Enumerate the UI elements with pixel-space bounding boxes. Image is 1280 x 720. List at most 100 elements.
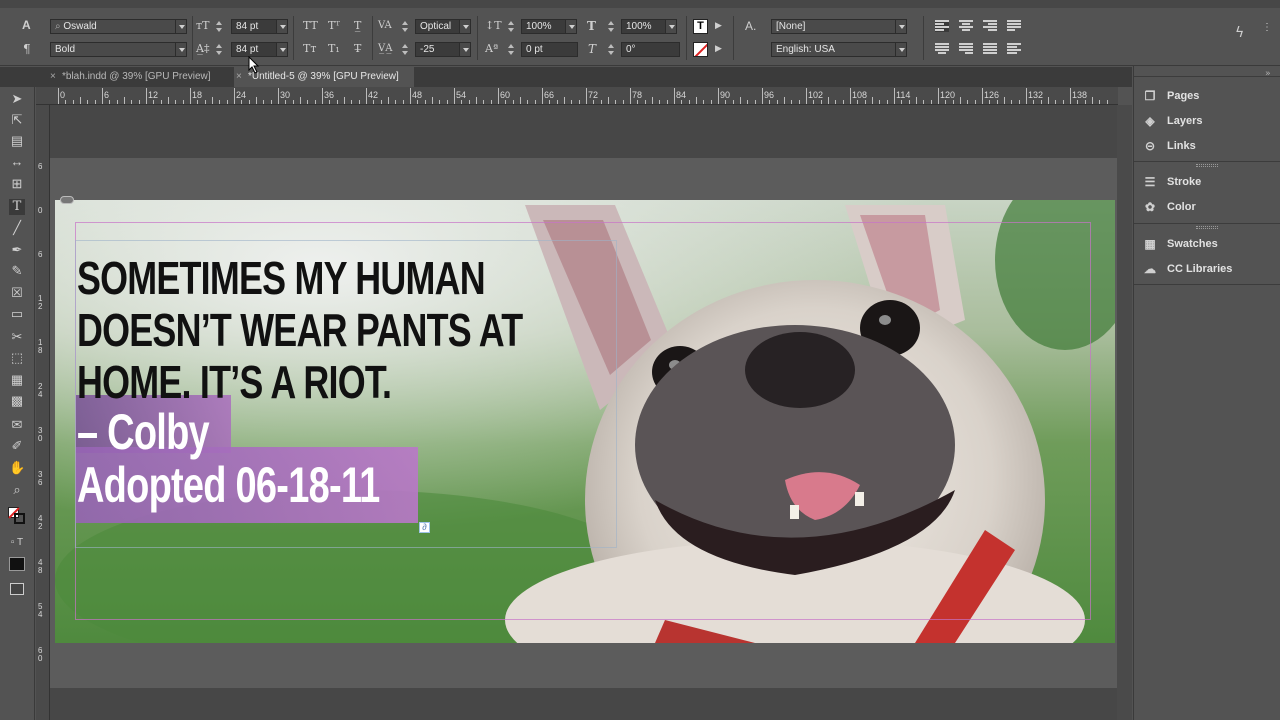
panel-layers[interactable]: ◈ Layers xyxy=(1142,111,1202,131)
collapse-panels-icon[interactable]: » xyxy=(1265,67,1271,81)
align-towards-spine-icon[interactable] xyxy=(1007,43,1021,55)
formatting-container-icon[interactable]: ▫ T xyxy=(9,535,25,551)
fill-menu-icon[interactable]: ▶ xyxy=(715,19,722,33)
document-page[interactable]: SOMETIMES MY HUMAN DOESN’T WEAR PANTS AT… xyxy=(55,200,1115,643)
text-fill-swatch[interactable]: T xyxy=(693,19,708,34)
content-collector-icon[interactable]: ⊞ xyxy=(9,176,25,192)
kerning-stepper[interactable] xyxy=(401,19,410,34)
paragraph-mode-icon[interactable]: ¶ xyxy=(23,42,31,56)
skew-stepper[interactable] xyxy=(607,42,616,57)
note-tool-icon[interactable]: ✉ xyxy=(9,417,25,433)
rectangle-frame-tool-icon[interactable]: ☒ xyxy=(9,285,25,301)
leading-dropdown[interactable] xyxy=(276,42,288,57)
panel-swatches[interactable]: ▦ Swatches xyxy=(1142,234,1217,254)
close-tab-icon[interactable]: × xyxy=(236,67,242,87)
direct-selection-tool-icon[interactable]: ⇱ xyxy=(9,112,25,128)
ruler-tick-label: 6 xyxy=(104,90,110,100)
hand-tool-icon[interactable]: ✋ xyxy=(9,460,25,476)
rectangle-tool-icon[interactable]: ▭ xyxy=(9,306,25,322)
selection-tool-icon[interactable]: ➤ xyxy=(9,91,25,107)
panel-cc-libraries[interactable]: ☁ CC Libraries xyxy=(1142,259,1232,279)
headline-line-1[interactable]: SOMETIMES MY HUMAN xyxy=(77,252,486,304)
kerning-dropdown[interactable] xyxy=(459,19,471,34)
vertical-scale-field[interactable]: 100% xyxy=(521,19,566,34)
justify-left-icon[interactable] xyxy=(1007,20,1021,32)
vertical-scale-stepper[interactable] xyxy=(507,19,516,34)
stroke-menu-icon[interactable]: ▶ xyxy=(715,42,722,56)
preview-mode-icon[interactable] xyxy=(10,583,24,595)
panel-menu-icon[interactable]: ⋮ xyxy=(1262,22,1272,34)
ruler-minor-tick xyxy=(329,100,331,104)
headline-line-2[interactable]: DOESN’T WEAR PANTS AT xyxy=(77,304,523,356)
baseline-shift-stepper[interactable] xyxy=(507,42,516,57)
gradient-swatch-tool-icon[interactable]: ▦ xyxy=(9,372,25,388)
horizontal-scale-dropdown[interactable] xyxy=(665,19,677,34)
panel-stroke[interactable]: ☰ Stroke xyxy=(1142,172,1202,192)
ruler-tick xyxy=(454,88,455,104)
character-style-field[interactable]: [None] xyxy=(771,19,896,34)
panel-grip[interactable] xyxy=(1196,164,1218,167)
pencil-tool-icon[interactable]: ✎ xyxy=(9,263,25,279)
font-size-stepper[interactable] xyxy=(215,19,224,34)
line-tool-icon[interactable]: ╱ xyxy=(9,220,25,236)
panel-color[interactable]: ✿ Color xyxy=(1142,197,1196,217)
baseline-shift-field[interactable]: 0 pt xyxy=(521,42,578,57)
leading-field[interactable]: 84 pt xyxy=(231,42,277,57)
signoff-line-2[interactable]: Adopted 06-18-11 xyxy=(77,458,380,512)
text-frame-out-port[interactable]: ∂ xyxy=(419,522,430,533)
horizontal-scale-stepper[interactable] xyxy=(607,19,616,34)
font-size-field[interactable]: 84 pt xyxy=(231,19,277,34)
strikethrough-icon[interactable]: T̶ xyxy=(354,42,361,56)
leading-stepper[interactable] xyxy=(215,42,224,57)
font-style-field[interactable]: Bold xyxy=(50,42,176,57)
subscript-icon[interactable]: T₁ xyxy=(328,42,340,56)
zoom-tool-icon[interactable]: ⌕ xyxy=(9,482,25,498)
panel-grip[interactable] xyxy=(1196,226,1218,229)
character-mode-icon[interactable]: A xyxy=(22,18,31,32)
justify-right-icon[interactable] xyxy=(959,43,973,55)
panel-pages[interactable]: ❐ Pages xyxy=(1142,86,1200,106)
language-dropdown[interactable] xyxy=(895,42,907,57)
type-tool-icon[interactable]: T xyxy=(9,199,25,215)
pen-tool-icon[interactable]: ✒ xyxy=(9,242,25,258)
align-center-icon[interactable] xyxy=(959,20,973,32)
underline-icon[interactable]: T̲ xyxy=(354,19,361,33)
panel-links[interactable]: ⊝ Links xyxy=(1142,136,1196,156)
signoff-line-1[interactable]: – Colby xyxy=(77,405,210,459)
stroke-swatch-icon[interactable] xyxy=(14,513,25,524)
eyedropper-tool-icon[interactable]: ✐ xyxy=(9,438,25,454)
small-caps-icon[interactable]: Tᴛ xyxy=(303,42,316,56)
screen-mode-icon[interactable] xyxy=(9,557,25,571)
tab-untitled-5[interactable]: × *Untitled-5 @ 39% [GPU Preview] xyxy=(234,67,414,87)
font-size-dropdown[interactable] xyxy=(276,19,288,34)
horizontal-scale-field[interactable]: 100% xyxy=(621,19,666,34)
gradient-feather-tool-icon[interactable]: ▩ xyxy=(9,393,25,409)
skew-field[interactable]: 0° xyxy=(621,42,680,57)
tracking-dropdown[interactable] xyxy=(459,42,471,57)
vertical-scrollbar[interactable] xyxy=(1117,105,1132,720)
justify-all-icon[interactable] xyxy=(983,43,997,55)
align-right-icon[interactable] xyxy=(983,20,997,32)
gap-tool-icon[interactable]: ↔ xyxy=(9,154,25,170)
lightning-icon[interactable]: ϟ xyxy=(1235,26,1244,40)
character-style-dropdown[interactable] xyxy=(895,19,907,34)
scissors-tool-icon[interactable]: ✂ xyxy=(9,329,25,345)
font-family-field[interactable]: ⌕ Oswald xyxy=(50,19,176,34)
tab-blah[interactable]: × *blah.indd @ 39% [GPU Preview] xyxy=(48,67,232,87)
text-stroke-swatch[interactable] xyxy=(693,42,708,57)
align-left-icon[interactable] xyxy=(935,20,949,32)
kerning-field[interactable]: Optical xyxy=(415,19,460,34)
font-style-dropdown[interactable] xyxy=(175,42,187,57)
tracking-stepper[interactable] xyxy=(401,42,410,57)
vertical-scale-dropdown[interactable] xyxy=(565,19,577,34)
all-caps-icon[interactable]: TT xyxy=(303,19,318,33)
free-transform-tool-icon[interactable]: ⬚ xyxy=(9,350,25,366)
font-family-dropdown[interactable] xyxy=(175,19,187,34)
headline-line-3[interactable]: HOME. IT’S A RIOT. xyxy=(77,356,392,408)
superscript-icon[interactable]: Tᵀ xyxy=(328,19,340,33)
page-tool-icon[interactable]: ▤ xyxy=(9,133,25,149)
language-field[interactable]: English: USA xyxy=(771,42,896,57)
tracking-field[interactable]: -25 xyxy=(415,42,460,57)
justify-center-icon[interactable] xyxy=(935,43,949,55)
close-tab-icon[interactable]: × xyxy=(50,67,56,87)
